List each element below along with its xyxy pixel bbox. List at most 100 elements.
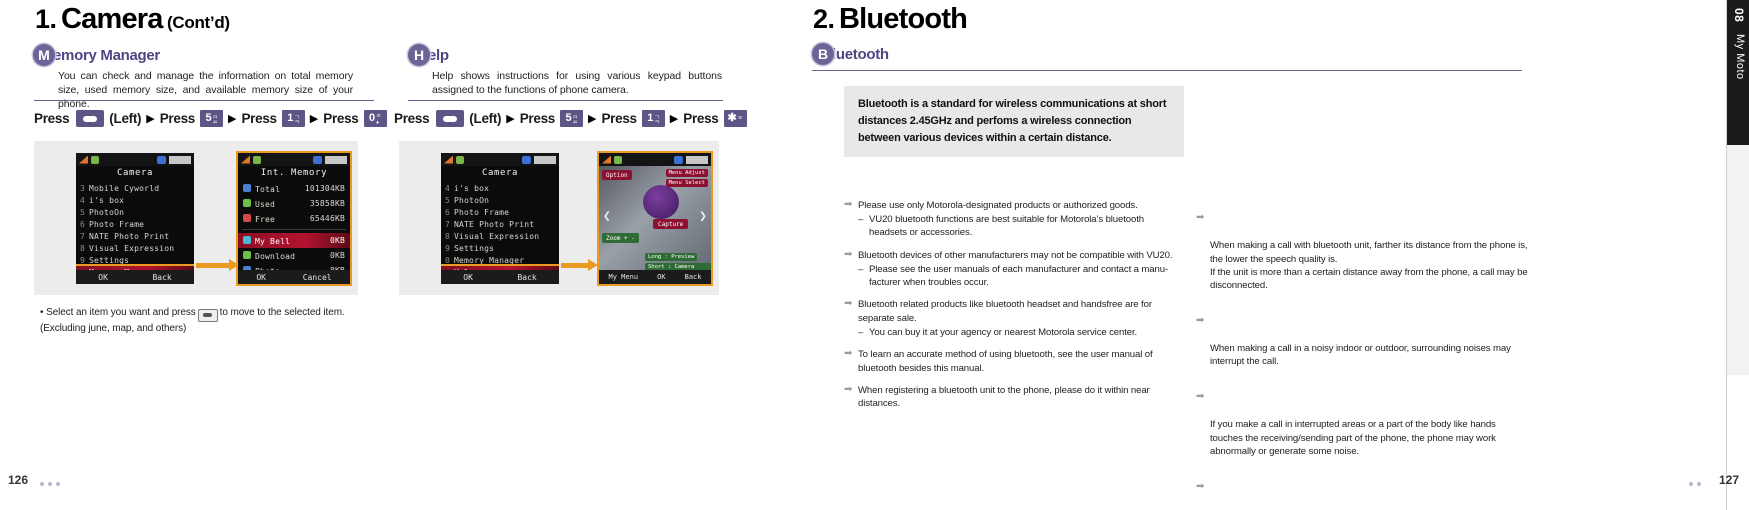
list-item: 8 Visual Expression	[445, 231, 540, 241]
soft-left: OK	[98, 272, 108, 282]
side-tab-label: My Moto	[1734, 34, 1746, 80]
arrow-right-icon: ▶	[669, 113, 679, 125]
arrow-bullet-icon: ➡	[1196, 391, 1205, 403]
phone-screen-camera-menu: Camera 3 Mobile Cyworld 4 i's box 5 PhotoOn…	[76, 153, 194, 284]
label-option: Option	[602, 170, 632, 180]
list-item: ➡ If you make a call in interrupted area…	[1196, 391, 1530, 458]
arrow-bullet-icon: ➡	[1196, 315, 1205, 327]
status-bar	[441, 153, 559, 166]
divider-help	[408, 100, 723, 101]
dash-icon: –	[858, 213, 864, 225]
arrow-right-icon: ▶	[146, 113, 155, 125]
list-item: 0 Memory Manager	[445, 255, 525, 265]
keycap-5[interactable]: 5ㅁㅛ	[200, 110, 223, 127]
soft-left: OK	[256, 272, 266, 282]
list-item: 6 Photo Frame	[80, 219, 145, 229]
caption-line-1: • Select an item you want and press	[40, 307, 196, 318]
chevron-right-icon: ❯	[699, 209, 707, 224]
arrow-bullet-icon: ➡	[1196, 480, 1205, 492]
bluetooth-intro-box: Bluetooth is a standard for wireless com…	[844, 86, 1184, 157]
press-sequence-memory: Press (Left) ▶ Press 5ㅁㅛ ▶ Press 1ㄱㅋ ▶ P…	[34, 110, 387, 127]
flow-arrow	[196, 259, 239, 271]
arrow-bullet-icon: ➡	[844, 298, 853, 310]
softkey-glyph-icon	[197, 308, 218, 322]
press-label-3: Press	[241, 111, 277, 126]
arrow-bullet-icon: ➡	[844, 199, 853, 210]
sub-note: – Please see the user manuals of each man…	[858, 263, 1169, 289]
section-title: elp	[428, 46, 449, 64]
note-text: When making a call with bluetooth unit, …	[1210, 240, 1528, 292]
dash-icon: –	[858, 326, 864, 338]
softkey-note: (Left)	[109, 111, 142, 126]
label-zoom: Zoom + -	[602, 233, 639, 243]
bluetooth-notes-column-left: ➡ Please use only Motorola-designated pr…	[844, 199, 1174, 420]
memory-row-selected: My Bell 0KB	[238, 233, 350, 248]
memory-row: Download 0KB	[238, 248, 350, 263]
list-item: ➡ Bluetooth related products like blueto…	[844, 298, 1174, 339]
softkey-left-icon[interactable]	[76, 110, 105, 127]
softkey-note: (Left)	[469, 111, 502, 126]
side-tab-number: 08	[1732, 8, 1746, 23]
section-badge-letter: H	[408, 44, 430, 66]
page-number-right: 127	[1718, 473, 1739, 487]
list-item: ➡ Out of VU20 bluetooth functions, the c…	[1196, 481, 1530, 510]
press-sequence-help: Press (Left) ▶ Press 5ㅁㅛ ▶ Press 1ㄱㅋ ▶ P…	[394, 110, 747, 127]
keycap-1[interactable]: 1ㄱㅋ	[281, 110, 305, 127]
bluetooth-notes-column-right: ➡ When making a call with bluetooth unit…	[1196, 199, 1530, 510]
chapter-number: 1.	[35, 4, 57, 34]
arrow-bullet-icon: ➡	[844, 383, 853, 395]
list-item: 9 Settings	[80, 255, 130, 265]
list-item: 8 Visual Expression	[80, 243, 175, 253]
right-chapter-title: 2. Bluetooth	[813, 3, 968, 36]
chapter-number: 2.	[813, 4, 835, 34]
soft-key-bar: My Menu OK Back	[599, 270, 711, 284]
section-description-memory-manager: You can check and manage the information…	[58, 70, 353, 110]
list-item: 7 NATE Photo Print	[445, 219, 535, 229]
menu-list: 4 i's box 5 PhotoOn 6 Photo Frame 7 NATE Pho…	[441, 181, 559, 280]
press-label-3: Press	[601, 111, 637, 126]
divider-bluetooth	[812, 70, 1522, 71]
list-item: 6 Photo Frame	[445, 207, 510, 217]
left-page: 1. Camera (Cont’d) M emory Manager You c…	[0, 0, 790, 510]
section-header-memory-manager: M emory Manager	[33, 44, 160, 66]
side-tab-label-block	[1727, 145, 1749, 375]
right-page: 2. Bluetooth B luetooth Bluetooth is a s…	[812, 0, 1749, 510]
press-label-1: Press	[394, 111, 430, 126]
phone-screen-camera-menu-help: Camera 4 i's box 5 PhotoOn 6 Photo Frame 7N…	[441, 153, 559, 284]
keycap-0[interactable]: 0 ᄒ ♦	[363, 110, 387, 127]
keycap-1[interactable]: 1ㄱㅋ	[641, 110, 665, 127]
chapter-name: Bluetooth	[838, 3, 968, 35]
chapter-name: Camera	[60, 3, 163, 35]
screenshot-panel-memory: Camera 3 Mobile Cyworld 4 i's box 5 PhotoOn…	[34, 141, 358, 295]
status-bar	[599, 153, 711, 166]
section-badge-letter: M	[33, 44, 55, 66]
keycap-star[interactable]: ✱ ᄒ	[723, 110, 747, 127]
chevron-left-icon: ❮	[603, 209, 611, 224]
label-capture: Capture	[653, 219, 689, 229]
memory-summary: Total 101304KB Used 35858KB Free 65446KB	[238, 181, 350, 226]
sub-note: – You can buy it at your agency or neares…	[858, 326, 1138, 338]
list-item: 5 PhotoOn	[445, 195, 490, 205]
note-text: If you make a call in interrupted areas …	[1210, 419, 1496, 457]
folio-dots-right	[1689, 482, 1701, 486]
list-item: 4 i's box	[80, 195, 125, 205]
phone-screen-int-memory: Int. Memory Total 101304KB Used 35858KB Fr…	[236, 151, 352, 286]
softkey-left-icon[interactable]	[436, 110, 465, 127]
soft-right: Back	[684, 273, 702, 281]
arrow-right-icon: ▶	[228, 113, 237, 125]
label-long-preview: Long : Preview	[645, 253, 698, 261]
note-text: Please use only Motorola-designated prod…	[858, 200, 1138, 211]
folio-dots-left	[40, 482, 60, 486]
keycap-5[interactable]: 5ㅁㅛ	[560, 110, 583, 127]
screen-title: Int. Memory	[260, 168, 328, 178]
section-badge-letter: B	[812, 43, 834, 65]
arrow-right-icon: ▶	[588, 113, 597, 125]
menu-list: 3 Mobile Cyworld 4 i's box 5 PhotoOn 6 Photo…	[76, 181, 194, 280]
status-bar	[238, 153, 350, 166]
caption-memory: • Select an item you want and press to mo…	[40, 306, 370, 336]
soft-right: Cancel	[302, 272, 332, 282]
list-item: ➡ Bluetooth devices of other manufacture…	[844, 249, 1174, 290]
sub-note: – VU20 bluetooth functions are best suita…	[858, 213, 1144, 239]
press-label-1: Press	[34, 111, 70, 126]
label-menu-adjust: Menu Adjust	[665, 169, 708, 177]
